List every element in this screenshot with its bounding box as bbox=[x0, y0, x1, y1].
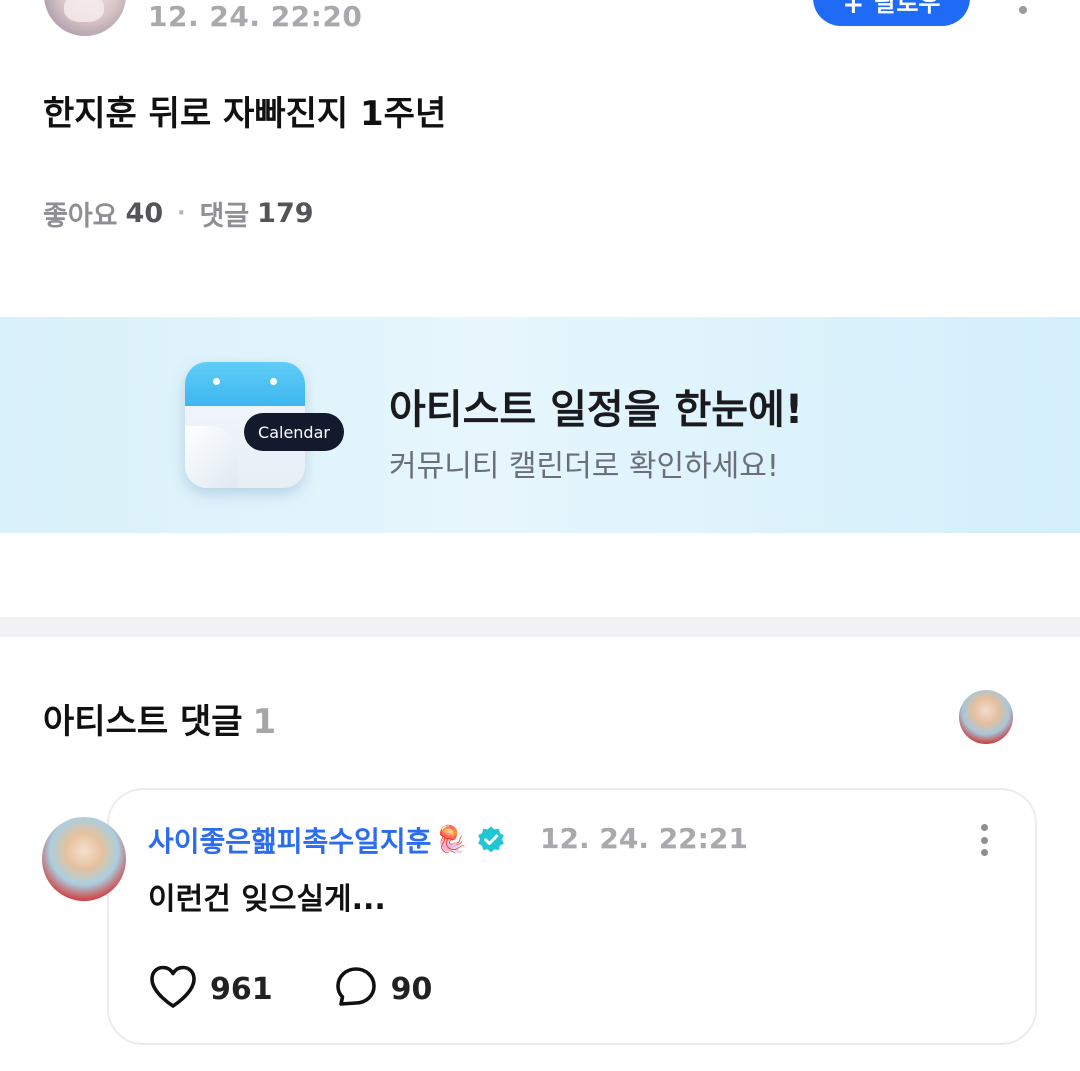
artist-comments-count: 1 bbox=[252, 702, 277, 742]
more-options-icon[interactable] bbox=[1019, 6, 1027, 14]
artist-thumbnail-avatar[interactable] bbox=[959, 690, 1013, 744]
follow-label: 팔로우 bbox=[874, 0, 941, 17]
artist-comments-title: 아티스트 댓글 bbox=[43, 702, 243, 742]
artist-comments-header: 아티스트 댓글 1 bbox=[43, 694, 276, 743]
comment-date: 12. 24. 22:21 bbox=[540, 822, 748, 855]
post-title: 한지훈 뒤로 자빠진지 1주년 bbox=[43, 94, 447, 134]
comments-count: 179 bbox=[257, 198, 314, 229]
post-stats: 좋아요 40 · 댓글 179 bbox=[43, 194, 314, 233]
comment-actions: 961 90 bbox=[148, 964, 432, 1014]
calendar-banner[interactable]: Calendar 아티스트 일정을 한눈에! 커뮤니티 캘린더로 확인하세요! bbox=[0, 317, 1080, 533]
comment-author-avatar[interactable] bbox=[42, 817, 126, 901]
like-button[interactable]: 961 bbox=[148, 964, 273, 1014]
comment-more-icon[interactable] bbox=[972, 820, 996, 860]
post-page: 12. 24. 22:20 + 팔로우 한지훈 뒤로 자빠진지 1주년 좋아요 … bbox=[0, 0, 1080, 1071]
comment-author-name: 사이좋은햂피촉수일지훈 bbox=[148, 825, 432, 858]
plus-icon: + bbox=[842, 0, 865, 20]
reply-count: 90 bbox=[390, 971, 433, 1007]
post-date: 12. 24. 22:20 bbox=[148, 0, 363, 33]
jellyfish-emoji: 🪼 bbox=[435, 825, 468, 855]
comments-label: 댓글 bbox=[199, 201, 250, 232]
stats-separator: · bbox=[177, 201, 186, 226]
reply-button[interactable]: 90 bbox=[333, 964, 433, 1014]
likes-label: 좋아요 bbox=[43, 201, 118, 232]
verified-badge-icon bbox=[476, 825, 506, 855]
calendar-badge: Calendar bbox=[244, 413, 344, 451]
comment-text: 이런건 잊으실게... bbox=[148, 882, 386, 917]
author-avatar[interactable] bbox=[44, 0, 126, 36]
likes-count: 40 bbox=[125, 198, 164, 229]
comment-author[interactable]: 사이좋은햂피촉수일지훈 🪼 bbox=[148, 820, 506, 860]
like-count: 961 bbox=[210, 971, 273, 1007]
heart-icon bbox=[148, 964, 198, 1014]
speech-bubble-icon bbox=[333, 964, 379, 1014]
follow-button[interactable]: + 팔로우 bbox=[813, 0, 970, 26]
banner-title: 아티스트 일정을 한눈에! bbox=[389, 387, 804, 433]
section-divider bbox=[0, 617, 1080, 637]
banner-subtitle: 커뮤니티 캘린더로 확인하세요! bbox=[389, 449, 779, 484]
